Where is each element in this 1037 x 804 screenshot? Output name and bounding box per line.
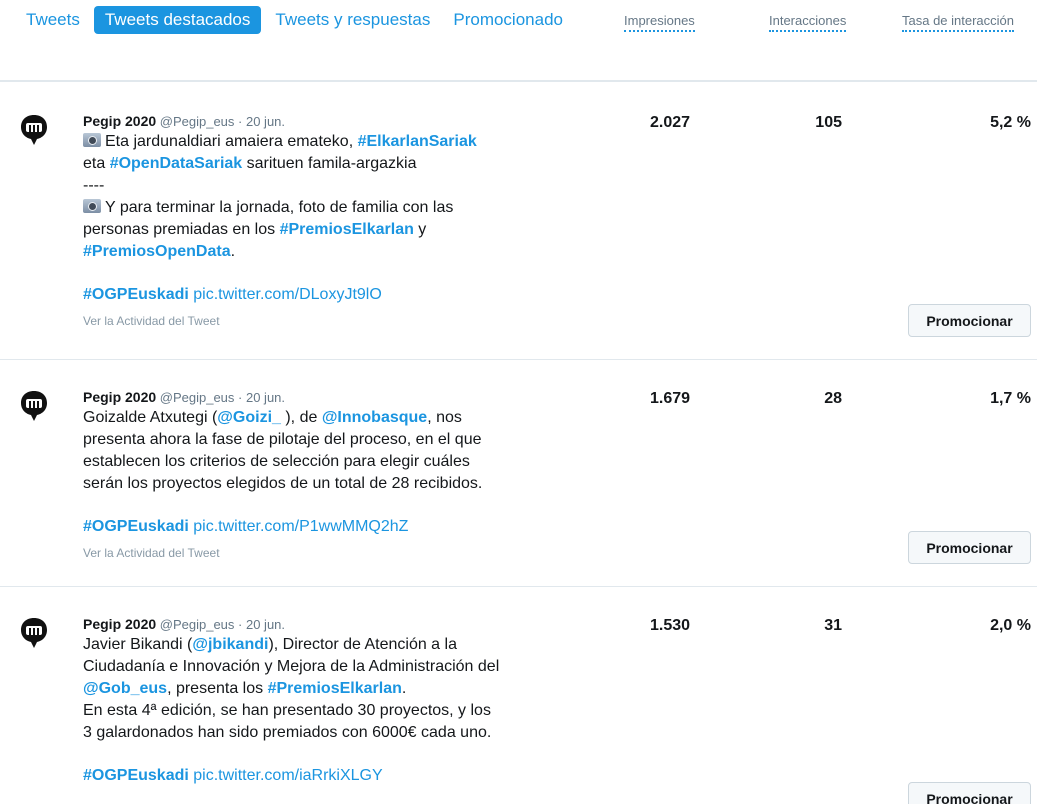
meta-separator: ·	[234, 617, 246, 632]
tweet-meta: Pegip 2020 @Pegip_eus · 20 jun.	[83, 615, 583, 634]
pic-link[interactable]: pic.twitter.com/iaRrkiXLGY	[193, 767, 382, 784]
author-name[interactable]: Pegip 2020	[83, 389, 156, 405]
text-line: .	[230, 243, 236, 260]
text-line: sarituen famila-argazkia	[242, 155, 417, 172]
promote-button[interactable]: Promocionar	[908, 782, 1031, 804]
tweet-filter-tabs: Tweets Tweets destacados Tweets y respue…	[14, 6, 594, 34]
promote-button[interactable]: Promocionar	[908, 304, 1031, 337]
tweet-text: Eta jardunaldiari amaiera emateko, #Elka…	[83, 131, 583, 263]
tweet-row: Pegip 2020 @Pegip_eus · 20 jun. Eta jard…	[0, 84, 1037, 360]
pic-link[interactable]: pic.twitter.com/P1wwMMQ2hZ	[193, 518, 408, 535]
text-line: .	[401, 680, 407, 697]
text-line: personas premiadas en los	[83, 221, 280, 238]
ogp-logo-icon[interactable]	[20, 617, 48, 649]
pic-link[interactable]: pic.twitter.com/DLoxyJt9lO	[193, 286, 382, 303]
tweet-meta: Pegip 2020 @Pegip_eus · 20 jun.	[83, 112, 583, 131]
text-line: , presenta los	[167, 680, 268, 697]
tab-promoted[interactable]: Promocionado	[441, 6, 574, 34]
text-line: 3 galardonados han sido premiados con 60…	[83, 724, 492, 741]
text-line: Goizalde Atxutegi (	[83, 409, 218, 426]
hashtag-link[interactable]: #PremiosElkarlan	[280, 221, 414, 238]
text-line: establecen los criterios de selección pa…	[83, 453, 470, 470]
text-line: , nos	[427, 409, 462, 426]
tweet-links: #OGPEuskadi pic.twitter.com/P1wwMMQ2hZ	[83, 516, 583, 538]
tab-tweets-and-replies[interactable]: Tweets y respuestas	[264, 6, 441, 34]
author-name[interactable]: Pegip 2020	[83, 616, 156, 632]
tweet-content: Pegip 2020 @Pegip_eus · 20 jun. Eta jard…	[83, 112, 583, 328]
engagement-rate-value: 1,7 %	[990, 390, 1031, 407]
tweet-text: Goizalde Atxutegi (@Goizi_ ), de @Innoba…	[83, 407, 583, 495]
tab-top-tweets[interactable]: Tweets destacados	[93, 6, 262, 34]
tweet-content: Pegip 2020 @Pegip_eus · 20 jun. Goizalde…	[83, 388, 583, 560]
camera-emoji-icon	[83, 133, 101, 147]
engagements-value: 28	[824, 390, 842, 407]
author-name[interactable]: Pegip 2020	[83, 113, 156, 129]
tweet-content: Pegip 2020 @Pegip_eus · 20 jun. Javier B…	[83, 615, 583, 787]
meta-separator: ·	[234, 114, 246, 129]
camera-emoji-icon	[83, 199, 101, 213]
text-line: y	[413, 221, 427, 238]
engagements-value: 31	[824, 617, 842, 634]
promote-button[interactable]: Promocionar	[908, 531, 1031, 564]
text-line: ), de	[280, 409, 322, 426]
text-line: Javier Bikandi (	[83, 636, 193, 653]
impressions-value: 2.027	[650, 114, 691, 131]
tweet-links: #OGPEuskadi pic.twitter.com/iaRrkiXLGY	[83, 765, 583, 787]
tweet-row: Pegip 2020 @Pegip_eus · 20 jun. Javier B…	[0, 587, 1037, 804]
mention-link[interactable]: @Gob_eus	[83, 680, 167, 697]
text-line: Ciudadanía e Innovación y Mejora de la A…	[83, 658, 500, 675]
tweet-meta: Pegip 2020 @Pegip_eus · 20 jun.	[83, 388, 583, 407]
tweet-text: Javier Bikandi (@jbikandi), Director de …	[83, 634, 583, 744]
text-line: serán los proyectos elegidos de un total…	[83, 475, 483, 492]
engagement-rate-value: 5,2 %	[990, 114, 1031, 131]
author-handle[interactable]: @Pegip_eus	[160, 390, 235, 405]
engagements-value: 105	[815, 114, 842, 131]
author-handle[interactable]: @Pegip_eus	[160, 114, 235, 129]
hashtag-link[interactable]: #ElkarlanSariak	[358, 133, 477, 150]
column-header-engagements[interactable]: Interacciones	[769, 13, 847, 32]
hashtag-link[interactable]: #OpenDataSariak	[110, 155, 243, 172]
tab-tweets[interactable]: Tweets	[14, 6, 91, 34]
ogp-logo-icon[interactable]	[20, 390, 48, 422]
author-handle[interactable]: @Pegip_eus	[160, 617, 235, 632]
text-line: presenta ahora la fase de pilotaje del p…	[83, 431, 482, 448]
meta-separator: ·	[234, 390, 246, 405]
text-line: eta	[83, 155, 110, 172]
mention-link[interactable]: @jbikandi	[192, 636, 268, 653]
mention-link[interactable]: @Goizi_	[217, 409, 281, 426]
impressions-value: 1.679	[650, 390, 691, 407]
column-header-impressions[interactable]: Impresiones	[624, 13, 695, 32]
text-line: En esta 4ª edición, se han presentado 30…	[83, 702, 491, 719]
impressions-value: 1.530	[650, 617, 691, 634]
tweet-date[interactable]: 20 jun.	[246, 617, 285, 632]
tweet-date[interactable]: 20 jun.	[246, 390, 285, 405]
engagement-rate-value: 2,0 %	[990, 617, 1031, 634]
column-header-engagement-rate[interactable]: Tasa de interacción	[902, 13, 1015, 32]
hashtag-link[interactable]: #OGPEuskadi	[83, 518, 189, 535]
ogp-logo-icon[interactable]	[20, 114, 48, 146]
mention-link[interactable]: @Innobasque	[322, 409, 427, 426]
analytics-header: Tweets Tweets destacados Tweets y respue…	[0, 0, 1037, 82]
view-tweet-activity-link[interactable]: Ver la Actividad del Tweet	[83, 546, 583, 560]
tweet-links: #OGPEuskadi pic.twitter.com/DLoxyJt9lO	[83, 284, 583, 306]
hashtag-link[interactable]: #OGPEuskadi	[83, 286, 189, 303]
tweet-row: Pegip 2020 @Pegip_eus · 20 jun. Goizalde…	[0, 360, 1037, 587]
view-tweet-activity-link[interactable]: Ver la Actividad del Tweet	[83, 314, 583, 328]
text-line: Y para terminar la jornada, foto de fami…	[105, 199, 454, 216]
hashtag-link[interactable]: #PremiosOpenData	[83, 243, 231, 260]
text-divider: ----	[83, 177, 105, 194]
tweet-date[interactable]: 20 jun.	[246, 114, 285, 129]
text-line: ), Director de Atención a la	[268, 636, 457, 653]
text-line: Eta jardunaldiari amaiera emateko,	[105, 133, 358, 150]
hashtag-link[interactable]: #OGPEuskadi	[83, 767, 189, 784]
hashtag-link[interactable]: #PremiosElkarlan	[268, 680, 402, 697]
